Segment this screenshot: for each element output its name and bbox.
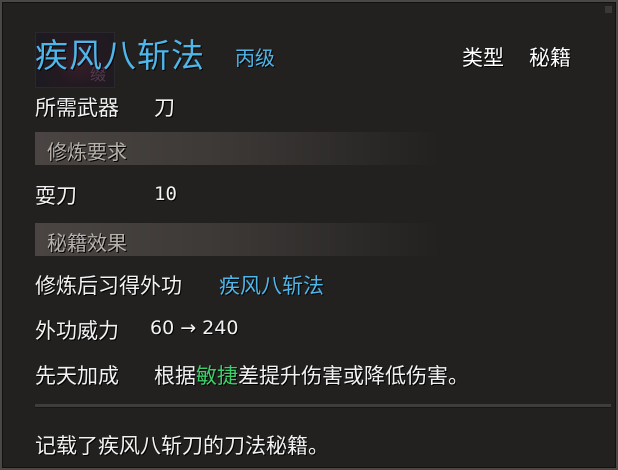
power-value: 60 → 240: [150, 317, 239, 339]
innate-bonus-text: 根据敏捷差提升伤害或降低伤害。: [154, 360, 469, 390]
item-description: 记载了疾风八斩刀的刀法秘籍。: [35, 434, 329, 458]
weapon-value: 刀: [154, 96, 175, 120]
requirements-section-title: 修炼要求: [47, 140, 127, 164]
type-label: 类型: [462, 46, 504, 70]
bonus-attribute: 敏捷: [196, 364, 238, 388]
type-value: 秘籍: [529, 46, 571, 70]
innate-bonus-label: 先天加成: [35, 364, 119, 388]
item-rank: 丙级: [235, 46, 275, 70]
item-title: 疾风八斩法: [35, 36, 205, 75]
corner-decoration: [605, 6, 612, 13]
effects-section-title: 秘籍效果: [47, 231, 127, 255]
requirement-skill-label: 耍刀: [35, 184, 77, 208]
bonus-suffix: 差提升伤害或降低伤害。: [238, 364, 469, 388]
power-label: 外功威力: [35, 319, 119, 343]
learned-skill-label: 修炼后习得外功: [35, 274, 182, 298]
weapon-label: 所需武器: [35, 96, 119, 120]
learned-skill-value: 疾风八斩法: [219, 274, 324, 298]
item-tooltip: 缀 疾风八斩法 丙级 类型 秘籍 所需武器 刀 修炼要求 耍刀 10 秘籍效果 …: [0, 0, 618, 470]
requirement-skill-value: 10: [154, 183, 177, 205]
requirements-section-header: 修炼要求: [35, 132, 440, 165]
effects-section-header: 秘籍效果: [35, 223, 440, 256]
divider: [35, 404, 611, 408]
bonus-prefix: 根据: [154, 364, 196, 388]
